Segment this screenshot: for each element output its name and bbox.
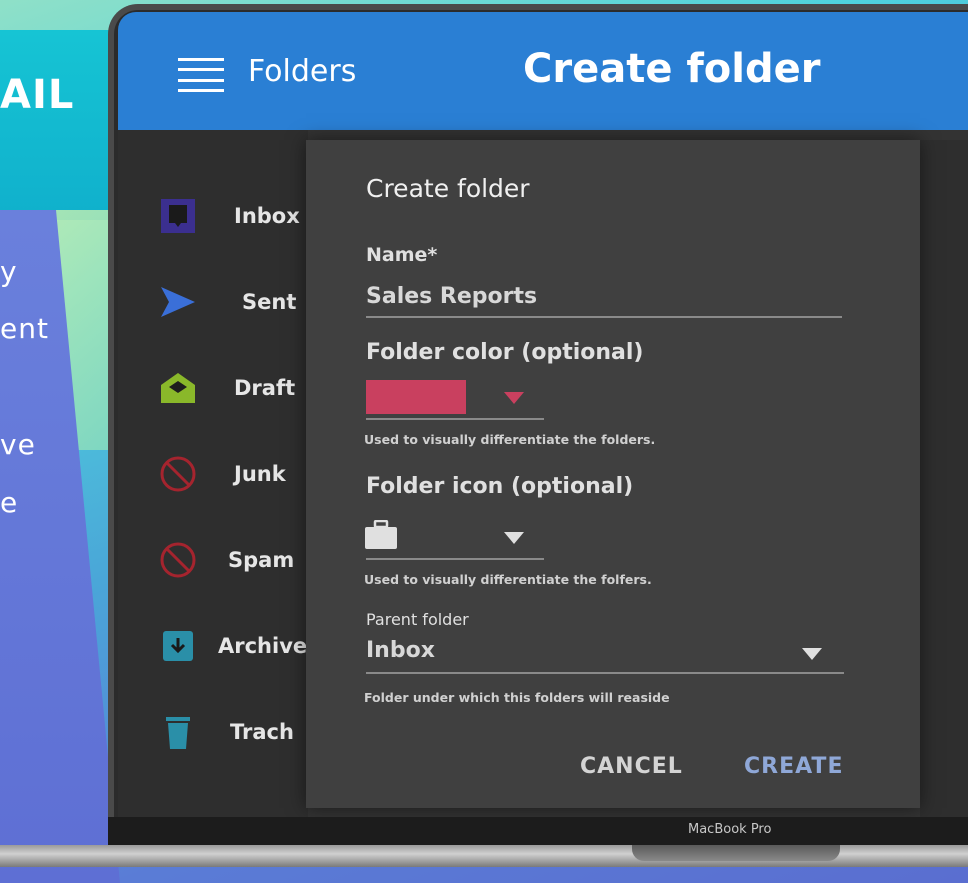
archive-icon	[158, 626, 198, 666]
create-button[interactable]: CREATE	[744, 754, 843, 779]
block-icon	[158, 454, 198, 494]
laptop-notch	[632, 845, 840, 861]
content-area	[920, 140, 968, 817]
page-title: Create folder	[523, 46, 821, 92]
draft-icon	[158, 368, 198, 408]
block-icon	[158, 540, 198, 580]
dialog-title: Create folder	[366, 174, 530, 203]
app-header: Folders Create folder	[118, 12, 968, 130]
parent-folder-help: Folder under which this folders will rea…	[364, 690, 670, 705]
folder-icon-underline	[366, 558, 544, 560]
promo-text-3: ve	[0, 428, 36, 461]
folder-color-label: Folder color (optional)	[366, 340, 644, 365]
promo-text-2: ent	[0, 312, 49, 345]
parent-folder-underline	[366, 672, 844, 674]
sidebar-item-label: Draft	[234, 376, 296, 400]
promo-text-1: y	[0, 255, 18, 288]
parent-folder-select[interactable]: Inbox	[366, 638, 435, 663]
send-icon	[158, 282, 198, 322]
name-field[interactable]: Sales Reports	[366, 284, 537, 309]
trash-icon	[158, 712, 198, 752]
name-field-underline	[366, 316, 842, 318]
promo-text-4: e	[0, 486, 19, 519]
hamburger-icon[interactable]	[178, 58, 224, 92]
sidebar-item-label: Trach	[230, 720, 294, 744]
laptop-bezel	[108, 817, 968, 845]
sidebar: Inbox Sent Draft Junk Spam Archive Trach	[118, 130, 308, 817]
folders-nav-label[interactable]: Folders	[248, 54, 356, 89]
sidebar-item-label: Sent	[242, 290, 297, 314]
promo-heading: AIL	[0, 72, 75, 118]
app-screen: Folders Create folder Inbox Sent Draft J…	[118, 12, 968, 817]
briefcase-icon[interactable]	[364, 519, 398, 554]
chevron-down-icon[interactable]	[504, 532, 524, 544]
chevron-down-icon[interactable]	[802, 648, 822, 660]
inbox-icon	[158, 196, 198, 236]
name-label: Name*	[366, 244, 438, 266]
sidebar-item-label: Spam	[228, 548, 295, 572]
device-model-label: MacBook Pro	[688, 822, 772, 837]
folder-color-underline	[366, 418, 544, 420]
folder-color-help: Used to visually differentiate the folde…	[364, 432, 656, 447]
chevron-down-icon[interactable]	[504, 392, 524, 404]
sidebar-item-label: Junk	[234, 462, 286, 486]
folder-icon-help: Used to visually differentiate the folfe…	[364, 572, 652, 587]
folder-icon-label: Folder icon (optional)	[366, 474, 634, 499]
cancel-button[interactable]: CANCEL	[580, 754, 683, 779]
parent-folder-label: Parent folder	[366, 610, 469, 629]
sidebar-item-label: Inbox	[234, 204, 300, 228]
create-folder-dialog: Create folder Name* Sales Reports Folder…	[306, 140, 920, 808]
sidebar-item-label: Archive	[218, 634, 308, 658]
folder-color-swatch[interactable]	[366, 380, 466, 414]
